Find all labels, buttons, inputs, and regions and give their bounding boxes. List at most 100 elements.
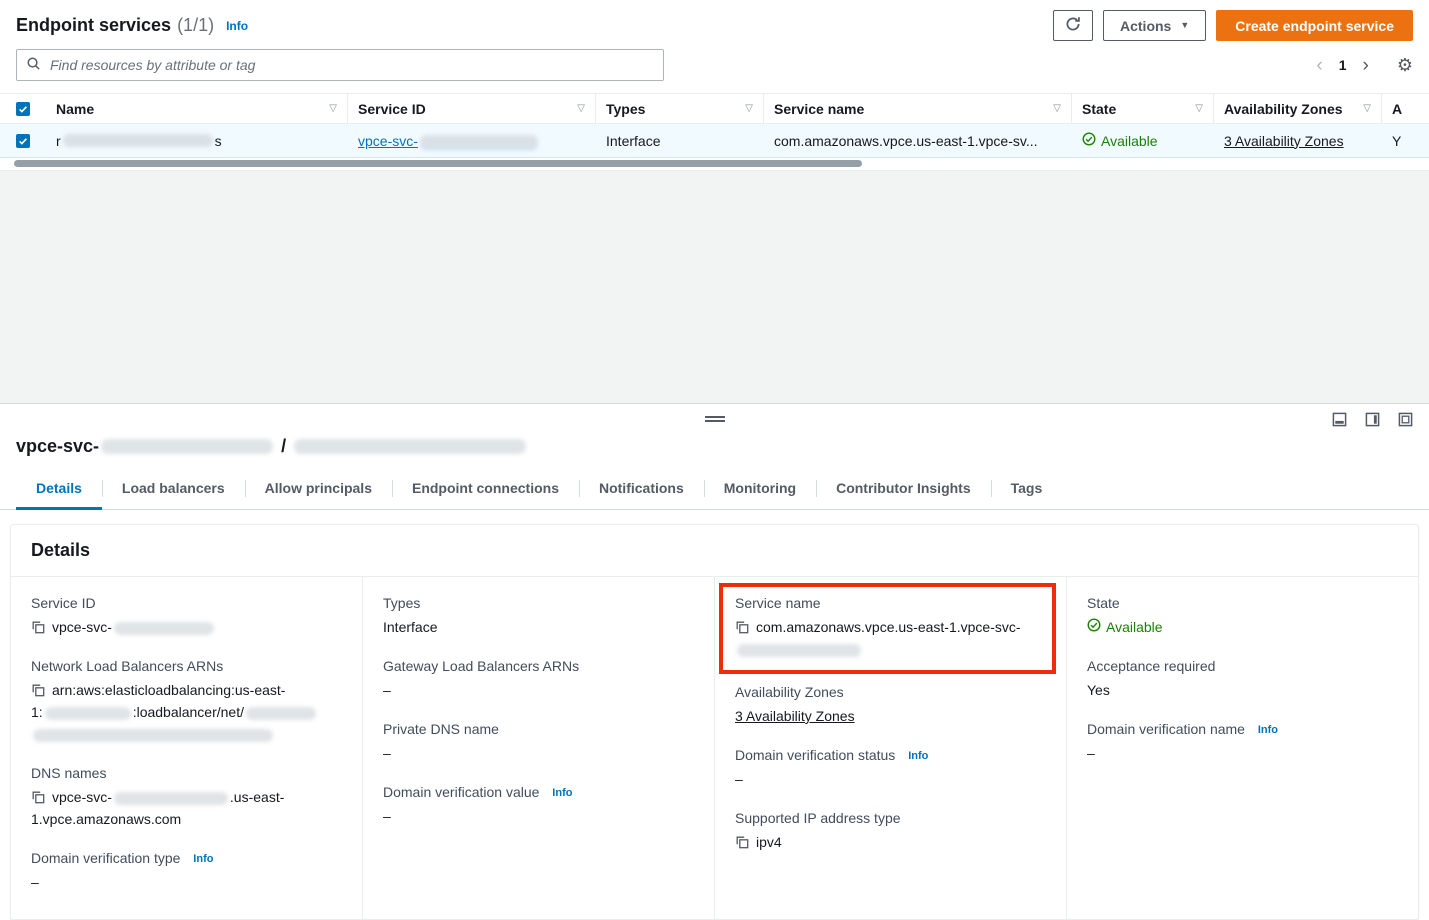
field-domain-verification-type: Domain verification type Info – bbox=[31, 850, 342, 893]
redacted-text bbox=[114, 622, 214, 635]
resource-count: (1/1) bbox=[177, 15, 214, 36]
table-row[interactable]: r s vpce-svc- Interface com.amazonaws.vp… bbox=[0, 124, 1429, 158]
redacted-text bbox=[737, 644, 861, 657]
page-title-text: Endpoint services bbox=[16, 15, 171, 36]
create-endpoint-service-button[interactable]: Create endpoint service bbox=[1216, 10, 1413, 41]
search-icon bbox=[26, 56, 41, 74]
current-page[interactable]: 1 bbox=[1339, 57, 1347, 73]
row-acceptance-cell: Y bbox=[1382, 124, 1429, 157]
split-drag-handle[interactable] bbox=[702, 411, 728, 427]
field-gateway-load-balancer-arns: Gateway Load Balancers ARNs – bbox=[383, 658, 694, 701]
copy-icon[interactable] bbox=[735, 620, 749, 634]
info-link[interactable]: Info bbox=[226, 19, 248, 33]
filter-icon[interactable]: ▽ bbox=[1357, 103, 1371, 114]
state-badge: Available bbox=[1082, 132, 1158, 149]
search-input[interactable] bbox=[48, 56, 654, 74]
check-circle-icon bbox=[1082, 132, 1096, 149]
field-types: Types Interface bbox=[383, 595, 694, 638]
field-supported-ip-address-type: Supported IP address type ipv4 bbox=[735, 810, 1046, 853]
tab-notifications[interactable]: Notifications bbox=[579, 469, 704, 510]
field-service-id: Service ID vpce-svc- bbox=[31, 595, 342, 638]
panel-side-layout-icon[interactable] bbox=[1365, 412, 1380, 427]
page-header: Endpoint services (1/1) Info Actions ▼ C… bbox=[0, 0, 1429, 45]
row-service-id-cell: vpce-svc- bbox=[348, 124, 596, 157]
details-card-body: Service ID vpce-svc- Network Load Balanc… bbox=[11, 577, 1418, 919]
panel-bottom-layout-icon[interactable] bbox=[1332, 412, 1347, 427]
row-service-name-cell: com.amazonaws.vpce.us-east-1.vpce-sv... bbox=[764, 124, 1072, 157]
details-column-1: Service ID vpce-svc- Network Load Balanc… bbox=[11, 577, 362, 919]
scrollbar-thumb[interactable] bbox=[14, 160, 862, 167]
detail-pane: vpce-svc- / Details Load balancers Allow… bbox=[0, 403, 1429, 897]
field-network-load-balancer-arns: Network Load Balancers ARNs arn:aws:elas… bbox=[31, 658, 342, 745]
copy-icon[interactable] bbox=[735, 835, 749, 849]
table-header-row: Name ▽ Service ID ▽ Types ▽ Service name… bbox=[0, 94, 1429, 124]
column-header-state[interactable]: State ▽ bbox=[1072, 94, 1214, 123]
info-link[interactable]: Info bbox=[1258, 724, 1278, 736]
refresh-button[interactable] bbox=[1053, 10, 1093, 41]
field-acceptance-required: Acceptance required Yes bbox=[1087, 658, 1398, 701]
caret-down-icon: ▼ bbox=[1180, 21, 1189, 30]
redacted-text bbox=[45, 707, 131, 720]
select-all-checkbox[interactable] bbox=[16, 102, 30, 116]
tab-tags[interactable]: Tags bbox=[991, 469, 1063, 510]
info-link[interactable]: Info bbox=[908, 750, 928, 762]
field-service-name: Service name com.amazonaws.vpce.us-east-… bbox=[735, 595, 1040, 660]
column-header-types[interactable]: Types ▽ bbox=[596, 94, 764, 123]
field-state: State Available bbox=[1087, 595, 1398, 638]
column-header-acceptance[interactable]: A bbox=[1382, 94, 1429, 123]
previous-page-icon[interactable]: ‹ bbox=[1316, 56, 1322, 75]
detail-tabs: Details Load balancers Allow principals … bbox=[0, 469, 1429, 510]
column-header-availability-zones[interactable]: Availability Zones ▽ bbox=[1214, 94, 1382, 123]
details-column-3: Service name com.amazonaws.vpce.us-east-… bbox=[714, 577, 1066, 919]
tab-endpoint-connections[interactable]: Endpoint connections bbox=[392, 469, 579, 510]
redacted-text bbox=[101, 439, 273, 454]
actions-button-label: Actions bbox=[1120, 18, 1171, 34]
copy-icon[interactable] bbox=[31, 683, 45, 697]
search-box[interactable] bbox=[16, 49, 664, 81]
check-circle-icon bbox=[1087, 616, 1101, 638]
availability-zones-link[interactable]: 3 Availability Zones bbox=[735, 708, 855, 724]
tab-contributor-insights[interactable]: Contributor Insights bbox=[816, 469, 991, 510]
info-link[interactable]: Info bbox=[552, 787, 572, 799]
info-link[interactable]: Info bbox=[193, 853, 213, 865]
row-types-cell: Interface bbox=[596, 124, 764, 157]
filter-icon[interactable]: ▽ bbox=[739, 103, 753, 114]
pane-layout-controls bbox=[1332, 412, 1413, 427]
copy-icon[interactable] bbox=[31, 790, 45, 804]
redacted-text bbox=[420, 135, 538, 148]
panel-fullscreen-icon[interactable] bbox=[1398, 412, 1413, 427]
red-highlight-annotation: Service name com.amazonaws.vpce.us-east-… bbox=[719, 583, 1056, 674]
row-checkbox[interactable] bbox=[16, 134, 30, 148]
filter-icon[interactable]: ▽ bbox=[323, 103, 337, 114]
details-column-2: Types Interface Gateway Load Balancers A… bbox=[362, 577, 714, 919]
filter-icon[interactable]: ▽ bbox=[571, 103, 585, 114]
copy-icon[interactable] bbox=[31, 620, 45, 634]
tab-details[interactable]: Details bbox=[16, 469, 102, 510]
availability-zones-link[interactable]: 3 Availability Zones bbox=[1224, 133, 1344, 149]
redacted-text bbox=[63, 134, 213, 147]
field-domain-verification-status: Domain verification status Info – bbox=[735, 747, 1046, 790]
tab-allow-principals[interactable]: Allow principals bbox=[245, 469, 392, 510]
state-badge: Available bbox=[1087, 616, 1398, 638]
tab-monitoring[interactable]: Monitoring bbox=[704, 469, 816, 510]
actions-button[interactable]: Actions ▼ bbox=[1103, 10, 1206, 41]
row-name-cell: r s bbox=[46, 124, 348, 157]
redacted-text bbox=[246, 707, 316, 720]
column-header-service-name[interactable]: Service name ▽ bbox=[764, 94, 1072, 123]
settings-gear-icon[interactable]: ⚙ bbox=[1397, 55, 1413, 76]
pagination: ‹ 1 › bbox=[1316, 56, 1368, 75]
redacted-text bbox=[33, 729, 273, 742]
field-availability-zones: Availability Zones 3 Availability Zones bbox=[735, 684, 1046, 727]
column-header-name[interactable]: Name ▽ bbox=[46, 94, 348, 123]
next-page-icon[interactable]: › bbox=[1363, 56, 1369, 75]
tab-load-balancers[interactable]: Load balancers bbox=[102, 469, 245, 510]
header-actions: Actions ▼ Create endpoint service bbox=[1053, 10, 1413, 41]
service-id-link[interactable]: vpce-svc- bbox=[358, 133, 540, 149]
column-header-service-id[interactable]: Service ID ▽ bbox=[348, 94, 596, 123]
redacted-text bbox=[114, 792, 228, 805]
filter-icon[interactable]: ▽ bbox=[1047, 103, 1061, 114]
horizontal-scrollbar bbox=[0, 158, 1429, 170]
endpoint-services-list-pane: Endpoint services (1/1) Info Actions ▼ C… bbox=[0, 0, 1429, 170]
filter-icon[interactable]: ▽ bbox=[1189, 103, 1203, 114]
details-column-4: State Available Acceptance required Yes bbox=[1066, 577, 1418, 919]
